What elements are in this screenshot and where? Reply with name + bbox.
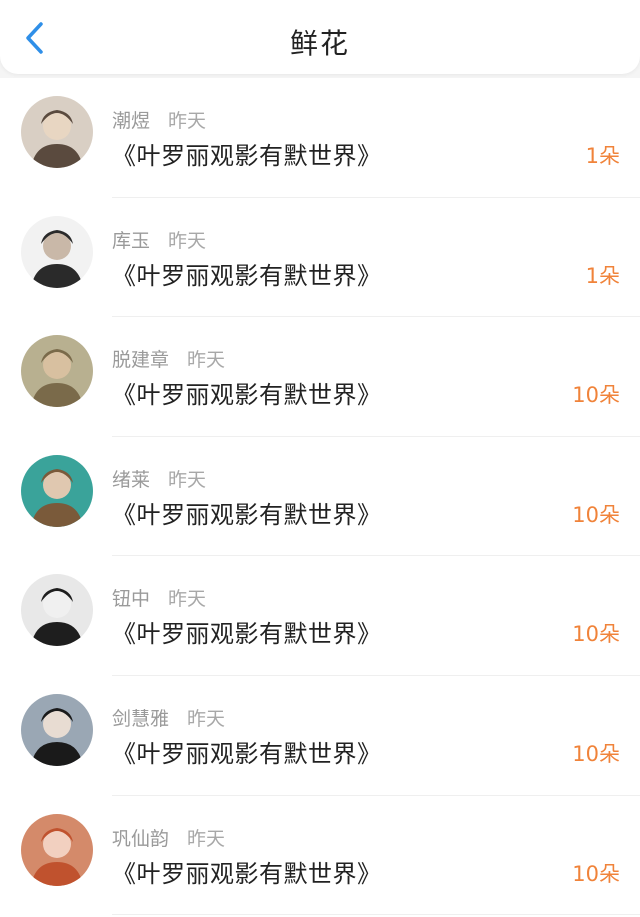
list-item[interactable]: 脱建章 昨天 《叶罗丽观影有默世界》 10朵 bbox=[0, 317, 640, 437]
avatar-image bbox=[21, 215, 93, 288]
book-title[interactable]: 《叶罗丽观影有默世界》 bbox=[112, 614, 382, 649]
book-title[interactable]: 《叶罗丽观影有默世界》 bbox=[112, 136, 382, 171]
flower-count: 10朵 bbox=[572, 502, 620, 527]
flower-count: 10朵 bbox=[572, 861, 620, 886]
time-label: 昨天 bbox=[187, 707, 226, 730]
flower-count: 10朵 bbox=[572, 383, 620, 408]
item-meta: 库玉 昨天 bbox=[112, 226, 206, 253]
book-title[interactable]: 《叶罗丽观影有默世界》 bbox=[112, 495, 382, 530]
user-name[interactable]: 巩仙韵 bbox=[112, 828, 169, 850]
list-item[interactable]: 巩仙韵 昨天 《叶罗丽观影有默世界》 10朵 bbox=[0, 796, 640, 916]
item-meta: 剑慧雅 昨天 bbox=[112, 704, 225, 731]
avatar[interactable] bbox=[21, 215, 93, 288]
user-name[interactable]: 绪莱 bbox=[112, 469, 150, 491]
avatar-image bbox=[21, 335, 93, 408]
avatar-image bbox=[21, 693, 93, 766]
avatar[interactable] bbox=[21, 574, 93, 647]
avatar[interactable] bbox=[21, 96, 93, 168]
list-item[interactable]: 钮中 昨天 《叶罗丽观影有默世界》 10朵 bbox=[0, 556, 640, 676]
book-title[interactable]: 《叶罗丽观影有默世界》 bbox=[112, 256, 382, 291]
user-name[interactable]: 库玉 bbox=[112, 230, 150, 252]
item-meta: 巩仙韵 昨天 bbox=[112, 824, 225, 851]
user-name[interactable]: 潮煜 bbox=[112, 110, 150, 132]
book-title[interactable]: 《叶罗丽观影有默世界》 bbox=[112, 854, 382, 889]
item-meta: 绪莱 昨天 bbox=[112, 465, 206, 492]
avatar-image bbox=[21, 574, 93, 647]
flower-list: 潮煜 昨天 《叶罗丽观影有默世界》 1朵 库玉 昨天 《叶罗丽观影有默世界》 1朵 bbox=[0, 78, 640, 917]
divider bbox=[112, 914, 640, 916]
list-item[interactable]: 潮煜 昨天 《叶罗丽观影有默世界》 1朵 bbox=[0, 78, 640, 198]
time-label: 昨天 bbox=[187, 349, 226, 372]
avatar-image bbox=[21, 813, 93, 886]
item-meta: 潮煜 昨天 bbox=[112, 106, 206, 133]
time-label: 昨天 bbox=[168, 588, 207, 611]
item-meta: 脱建章 昨天 bbox=[112, 345, 225, 372]
avatar[interactable] bbox=[21, 454, 93, 527]
item-meta: 钮中 昨天 bbox=[112, 584, 206, 611]
time-label: 昨天 bbox=[168, 229, 207, 252]
book-title[interactable]: 《叶罗丽观影有默世界》 bbox=[112, 375, 382, 410]
time-label: 昨天 bbox=[187, 827, 226, 850]
flower-count: 1朵 bbox=[585, 144, 620, 168]
book-title[interactable]: 《叶罗丽观影有默世界》 bbox=[112, 734, 382, 769]
user-name[interactable]: 剑慧雅 bbox=[112, 708, 169, 730]
time-label: 昨天 bbox=[168, 468, 207, 491]
flower-count: 10朵 bbox=[572, 741, 620, 766]
avatar-image bbox=[21, 96, 93, 168]
page-title: 鲜花 bbox=[289, 27, 350, 60]
list-item[interactable]: 库玉 昨天 《叶罗丽观影有默世界》 1朵 bbox=[0, 198, 640, 318]
user-name[interactable]: 钮中 bbox=[112, 588, 150, 610]
avatar[interactable] bbox=[21, 693, 93, 766]
avatar[interactable] bbox=[21, 813, 93, 886]
avatar[interactable] bbox=[21, 335, 93, 408]
flower-count: 10朵 bbox=[572, 622, 620, 647]
user-name[interactable]: 脱建章 bbox=[112, 349, 169, 371]
list-item[interactable]: 绪莱 昨天 《叶罗丽观影有默世界》 10朵 bbox=[0, 437, 640, 557]
avatar-image bbox=[21, 454, 93, 527]
flower-count: 1朵 bbox=[585, 263, 620, 288]
list-item[interactable]: 剑慧雅 昨天 《叶罗丽观影有默世界》 10朵 bbox=[0, 676, 640, 796]
top-bar: 鲜花 bbox=[0, 0, 640, 74]
time-label: 昨天 bbox=[168, 110, 207, 132]
